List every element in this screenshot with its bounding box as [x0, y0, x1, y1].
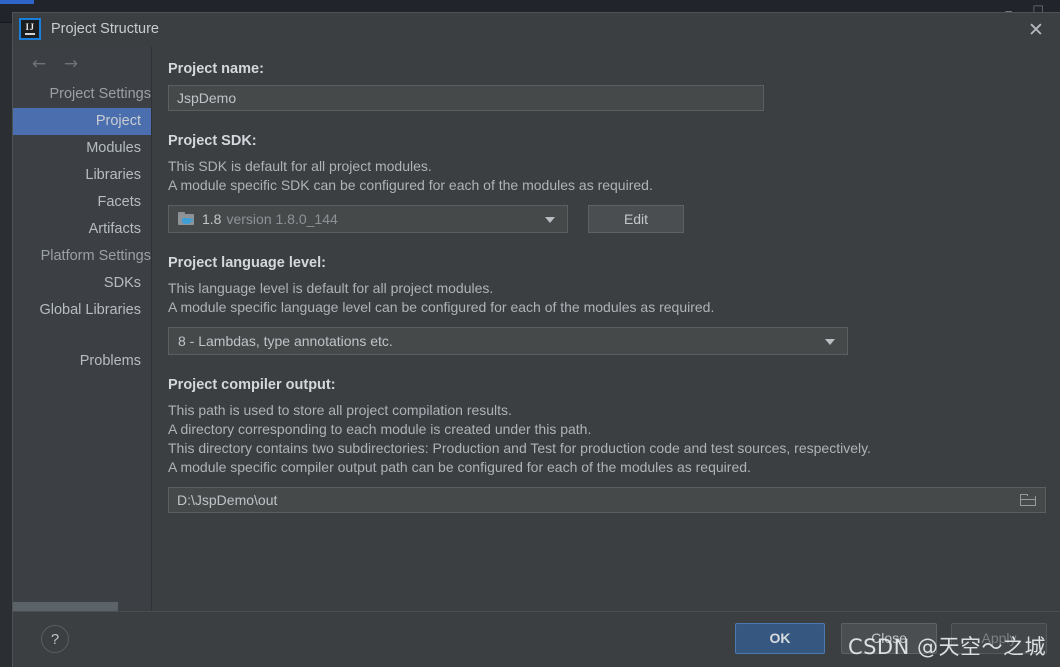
- close-icon[interactable]: ✕: [1024, 19, 1048, 43]
- sidebar-item-artifacts[interactable]: Artifacts: [13, 216, 151, 243]
- intellij-idea-icon-bar: [25, 33, 35, 35]
- sidebar-nav-buttons: ← →: [13, 47, 151, 81]
- apply-button[interactable]: Apply: [951, 623, 1047, 654]
- dialog-footer: ? OK Close Apply: [13, 611, 1060, 667]
- project-sdk-version: version 1.8.0_144: [226, 211, 338, 227]
- project-name-input[interactable]: JspDemo: [168, 85, 764, 111]
- compiler-output-desc-line-4: A module specific compiler output path c…: [168, 459, 751, 475]
- language-level-desc-line-2: A module specific language level can be …: [168, 299, 715, 315]
- sidebar-item-facets[interactable]: Facets: [13, 189, 151, 216]
- project-sdk-heading: Project SDK:: [168, 133, 257, 149]
- edit-sdk-button[interactable]: Edit: [588, 205, 684, 233]
- project-sdk-name: 1.8: [202, 211, 222, 227]
- project-name-heading: Project name:: [168, 61, 264, 77]
- sidebar-group-project-settings: Project Settings: [49, 86, 151, 102]
- java-folder-icon: [178, 212, 195, 226]
- background-window-accent: [0, 0, 34, 4]
- compiler-output-path-input[interactable]: D:\JspDemo\out: [168, 487, 1046, 513]
- sidebar-item-global-libraries[interactable]: Global Libraries: [13, 297, 151, 324]
- intellij-idea-icon-text: IJ: [25, 22, 35, 32]
- dialog-titlebar: IJ Project Structure ✕: [13, 13, 1060, 47]
- sidebar-item-problems[interactable]: Problems: [13, 348, 151, 375]
- language-level-desc-line-1: This language level is default for all p…: [168, 280, 494, 296]
- compiler-output-path-value: D:\JspDemo\out: [177, 492, 278, 508]
- compiler-output-desc-line-2: A directory corresponding to each module…: [168, 421, 592, 437]
- sidebar-item-libraries[interactable]: Libraries: [13, 162, 151, 189]
- compiler-output-desc-line-1: This path is used to store all project c…: [168, 402, 512, 418]
- project-sdk-dropdown[interactable]: 1.8 version 1.8.0_144: [168, 205, 568, 233]
- background-window-left-strip: [0, 0, 12, 667]
- language-level-dropdown[interactable]: 8 - Lambdas, type annotations etc.: [168, 327, 848, 355]
- dialog-body: ← → Project Settings Project Modules Lib…: [13, 47, 1060, 613]
- sidebar-item-sdks[interactable]: SDKs: [13, 270, 151, 297]
- sidebar-nav-list: Project Settings Project Modules Librari…: [13, 81, 151, 375]
- intellij-idea-icon: IJ: [19, 18, 41, 40]
- sidebar-item-modules[interactable]: Modules: [13, 135, 151, 162]
- project-sdk-desc-line-2: A module specific SDK can be configured …: [168, 177, 653, 193]
- page-title: Project Structure: [51, 21, 159, 37]
- close-button[interactable]: Close: [841, 623, 937, 654]
- settings-content-pane: Project name: JspDemo Project SDK: This …: [152, 47, 1060, 613]
- sidebar-group-platform-settings: Platform Settings: [40, 248, 151, 264]
- back-arrow-icon[interactable]: ←: [29, 55, 49, 75]
- sidebar: ← → Project Settings Project Modules Lib…: [13, 47, 152, 613]
- language-level-value: 8 - Lambdas, type annotations etc.: [178, 333, 393, 349]
- chevron-down-icon: [825, 339, 835, 345]
- folder-browse-icon[interactable]: [1020, 493, 1037, 507]
- help-button[interactable]: ?: [41, 625, 69, 653]
- compiler-output-desc-line-3: This directory contains two subdirectori…: [168, 440, 871, 456]
- project-sdk-desc-line-1: This SDK is default for all project modu…: [168, 158, 432, 174]
- sidebar-item-project[interactable]: Project: [13, 108, 151, 135]
- ok-button[interactable]: OK: [735, 623, 825, 654]
- chevron-down-icon: [545, 217, 555, 223]
- project-sdk-row: 1.8 version 1.8.0_144 Edit: [168, 195, 1047, 233]
- forward-arrow-icon[interactable]: →: [61, 55, 81, 75]
- screen: ⎯ ☐ IJ Project Structure ✕ ← → Project S…: [0, 0, 1060, 667]
- project-structure-dialog: IJ Project Structure ✕ ← → Project Setti…: [12, 12, 1060, 667]
- language-level-heading: Project language level:: [168, 255, 326, 271]
- compiler-output-heading: Project compiler output:: [168, 377, 336, 393]
